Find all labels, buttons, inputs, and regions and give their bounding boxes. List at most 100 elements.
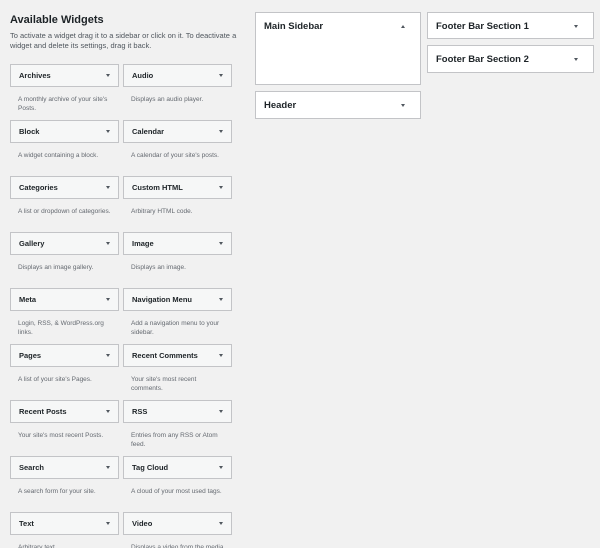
- sidebar-footer-1-header[interactable]: Footer Bar Section 1: [428, 13, 593, 39]
- arrow-down-icon[interactable]: [106, 74, 110, 77]
- widget-image-handle[interactable]: Image: [123, 232, 232, 255]
- widget-text-handle[interactable]: Text: [10, 512, 119, 535]
- widget-title: Text: [19, 519, 34, 528]
- sidebar-title: Footer Bar Section 2: [436, 53, 529, 65]
- widget-description: Entries from any RSS or Atom feed.: [131, 432, 218, 448]
- widget-meta: Meta Login, RSS, & WordPress.org links.: [10, 288, 119, 344]
- widget-title: Meta: [19, 295, 37, 304]
- widget-description: A search form for your site.: [18, 488, 96, 495]
- widget-description: Displays an audio player.: [131, 96, 204, 103]
- widget-tag-cloud-handle[interactable]: Tag Cloud: [123, 456, 232, 479]
- widget-recent-comments: Recent Comments Your site's most recent …: [123, 344, 232, 400]
- widget-description: Login, RSS, & WordPress.org links.: [18, 320, 104, 336]
- widget-recent-posts: Recent Posts Your site's most recent Pos…: [10, 400, 119, 456]
- sidebar-main[interactable]: Main Sidebar: [255, 12, 421, 85]
- widget-recent-posts-handle[interactable]: Recent Posts: [10, 400, 119, 423]
- arrow-down-icon[interactable]: [219, 298, 223, 301]
- widget-description: Arbitrary HTML code.: [131, 208, 193, 215]
- widget-title: Audio: [132, 71, 154, 80]
- widget-recent-comments-handle[interactable]: Recent Comments: [123, 344, 232, 367]
- arrow-down-icon[interactable]: [219, 130, 223, 133]
- widget-title: Recent Posts: [19, 407, 67, 416]
- sidebar-title: Header: [264, 99, 297, 111]
- sidebar-main-header[interactable]: Main Sidebar: [256, 13, 420, 39]
- widget-navigation-menu-handle[interactable]: Navigation Menu: [123, 288, 232, 311]
- arrow-down-icon[interactable]: [106, 354, 110, 357]
- arrow-down-icon[interactable]: [219, 410, 223, 413]
- widget-title: Block: [19, 127, 40, 136]
- widget-title: Gallery: [19, 239, 45, 248]
- widget-video: Video Displays a video from the media li…: [123, 512, 232, 548]
- widget-custom-html: Custom HTML Arbitrary HTML code.: [123, 176, 232, 232]
- sidebar-footer-2-header[interactable]: Footer Bar Section 2: [428, 46, 593, 72]
- widget-search: Search A search form for your site.: [10, 456, 119, 512]
- arrow-down-icon[interactable]: [106, 242, 110, 245]
- arrow-down-icon[interactable]: [219, 522, 223, 525]
- arrow-up-icon[interactable]: [401, 24, 405, 28]
- arrow-down-icon[interactable]: [574, 57, 578, 61]
- sidebar-footer-2[interactable]: Footer Bar Section 2: [427, 45, 594, 73]
- arrow-down-icon[interactable]: [219, 242, 223, 245]
- widget-description: A list of your site's Pages.: [18, 376, 92, 383]
- widget-description: A calendar of your site's posts.: [131, 152, 219, 159]
- widget-archives: Archives A monthly archive of your site'…: [10, 64, 119, 120]
- arrow-down-icon[interactable]: [219, 354, 223, 357]
- widget-pages: Pages A list of your site's Pages.: [10, 344, 119, 400]
- available-widgets-description: To activate a widget drag it to a sideba…: [10, 31, 237, 50]
- widget-title: Tag Cloud: [132, 463, 169, 472]
- arrow-down-icon[interactable]: [219, 186, 223, 189]
- widget-custom-html-handle[interactable]: Custom HTML: [123, 176, 232, 199]
- widget-title: Pages: [19, 351, 42, 360]
- arrow-down-icon[interactable]: [574, 24, 578, 28]
- widget-title: Search: [19, 463, 45, 472]
- arrow-down-icon[interactable]: [106, 130, 110, 133]
- arrow-down-icon[interactable]: [106, 466, 110, 469]
- widget-image: Image Displays an image.: [123, 232, 232, 288]
- widget-calendar: Calendar A calendar of your site's posts…: [123, 120, 232, 176]
- widget-meta-handle[interactable]: Meta: [10, 288, 119, 311]
- widget-block-handle[interactable]: Block: [10, 120, 119, 143]
- widget-video-handle[interactable]: Video: [123, 512, 232, 535]
- widget-description: A list or dropdown of categories.: [18, 208, 111, 215]
- widget-description: A monthly archive of your site's Posts.: [18, 96, 108, 112]
- widget-gallery-handle[interactable]: Gallery: [10, 232, 119, 255]
- arrow-down-icon[interactable]: [401, 103, 405, 107]
- widget-calendar-handle[interactable]: Calendar: [123, 120, 232, 143]
- sidebar-footer-1[interactable]: Footer Bar Section 1: [427, 12, 594, 39]
- widget-archives-handle[interactable]: Archives: [10, 64, 119, 87]
- arrow-down-icon[interactable]: [106, 298, 110, 301]
- arrow-down-icon[interactable]: [106, 186, 110, 189]
- widget-description: A widget containing a block.: [18, 152, 99, 159]
- widget-rss: RSS Entries from any RSS or Atom feed.: [123, 400, 232, 456]
- arrow-down-icon[interactable]: [106, 522, 110, 525]
- arrow-down-icon[interactable]: [219, 466, 223, 469]
- sidebar-header-header[interactable]: Header: [256, 92, 420, 118]
- widget-title: Image: [132, 239, 154, 248]
- widget-description: Displays a video from the media library …: [131, 544, 224, 548]
- widget-categories-handle[interactable]: Categories: [10, 176, 119, 199]
- widget-audio-handle[interactable]: Audio: [123, 64, 232, 87]
- widget-search-handle[interactable]: Search: [10, 456, 119, 479]
- sidebar-title: Footer Bar Section 1: [436, 20, 529, 32]
- sidebar-header[interactable]: Header: [255, 91, 421, 119]
- available-widgets-title: Available Widgets: [10, 14, 104, 26]
- available-widgets-section: Available Widgets To activate a widget d…: [10, 14, 242, 51]
- widget-pages-handle[interactable]: Pages: [10, 344, 119, 367]
- widget-title: Archives: [19, 71, 51, 80]
- widget-title: Video: [132, 519, 153, 528]
- widget-tag-cloud: Tag Cloud A cloud of your most used tags…: [123, 456, 232, 512]
- widget-description: A cloud of your most used tags.: [131, 488, 222, 495]
- widget-text: Text Arbitrary text.: [10, 512, 119, 548]
- arrow-down-icon[interactable]: [106, 410, 110, 413]
- arrow-down-icon[interactable]: [219, 74, 223, 77]
- widget-title: Categories: [19, 183, 58, 192]
- widget-rss-handle[interactable]: RSS: [123, 400, 232, 423]
- sidebar-title: Main Sidebar: [264, 20, 324, 32]
- widget-description: Add a navigation menu to your sidebar.: [131, 320, 220, 336]
- widget-description: Displays an image gallery.: [18, 264, 94, 271]
- widget-title: Navigation Menu: [132, 295, 193, 304]
- widget-title: Recent Comments: [132, 351, 198, 360]
- widget-title: RSS: [132, 407, 148, 416]
- widget-grid: Archives A monthly archive of your site'…: [10, 64, 232, 548]
- widget-title: Custom HTML: [132, 183, 183, 192]
